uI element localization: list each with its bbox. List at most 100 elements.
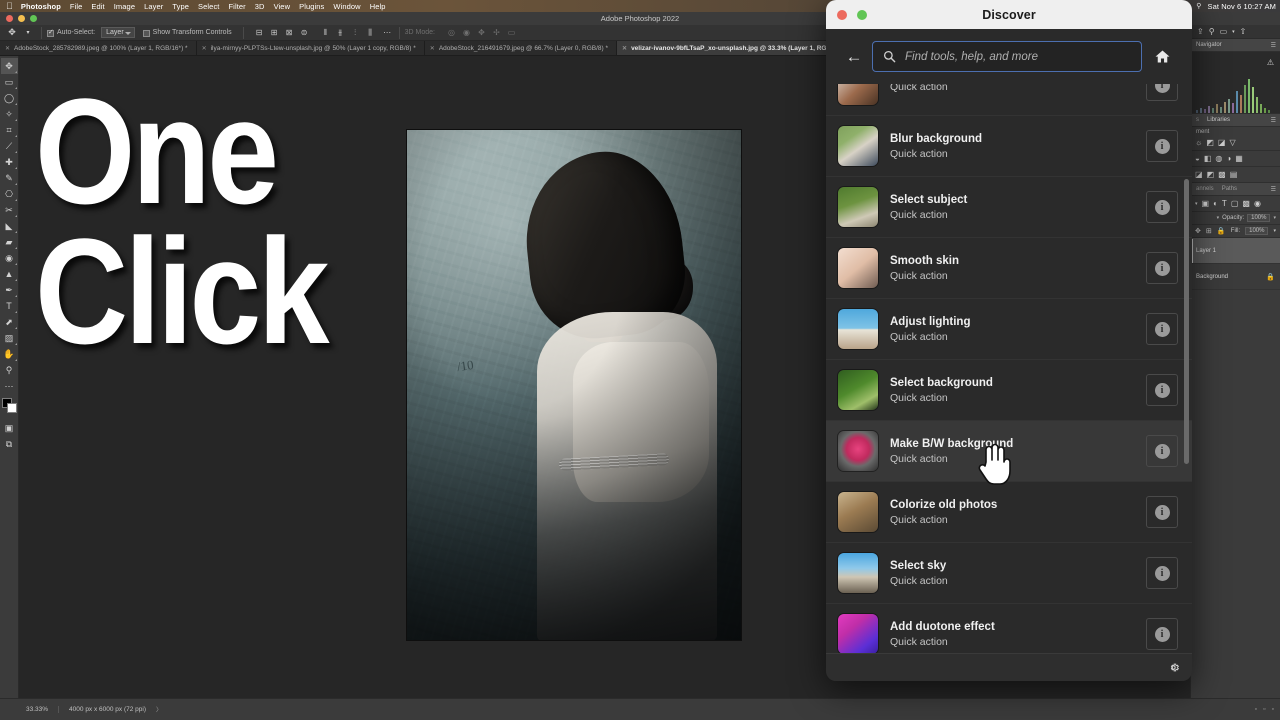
more-align-options-icon[interactable]: ⋯ — [381, 26, 394, 39]
discover-list-item[interactable]: Colorize old photos Quick action i — [826, 482, 1192, 543]
tool-screen-mode[interactable]: ⧉ — [1, 436, 18, 452]
tool-marquee[interactable]: ▭ — [1, 74, 18, 90]
tool-type[interactable]: T — [1, 298, 18, 314]
align-top-edges-icon[interactable]: ⊜ — [298, 26, 311, 39]
tool-move[interactable]: ✥ — [0, 58, 18, 74]
3d-slide-icon[interactable]: ✢ — [490, 26, 503, 39]
menu-bar-clock[interactable]: Sat Nov 6 10:27 AM — [1207, 2, 1276, 11]
dock-icon-3[interactable]: ▫ — [1272, 706, 1274, 713]
filter-toggle-icon[interactable]: ◉ — [1254, 199, 1261, 208]
discover-close-button[interactable] — [837, 10, 847, 20]
navigator-panel-header[interactable]: Navigator ☰ — [1191, 39, 1280, 52]
info-button[interactable]: i — [1146, 252, 1178, 284]
menu-photoshop[interactable]: Photoshop — [21, 2, 61, 11]
tool-blur[interactable]: ◉ — [1, 250, 18, 266]
invert-adjustment-icon[interactable]: ▤ — [1230, 170, 1238, 179]
menu-layer[interactable]: Layer — [144, 2, 163, 11]
apple-icon[interactable]:  — [6, 1, 13, 11]
lock-transparency-icon[interactable]: ✥ — [1195, 227, 1201, 235]
filter-smart-object-icon[interactable]: ▩ — [1242, 199, 1250, 208]
search-input[interactable] — [905, 50, 1131, 63]
hue-saturation-adjustment-icon[interactable]: ◧ — [1204, 154, 1212, 163]
document-tab-1[interactable]: ✕ AdobeStock_285782989.jpeg @ 100% (Laye… — [0, 41, 197, 55]
tool-hand[interactable]: ✋ — [1, 346, 18, 362]
menu-select[interactable]: Select — [198, 2, 219, 11]
levels-adjustment-icon[interactable]: ◩ — [1206, 138, 1214, 147]
lock-image-icon[interactable]: ⊞ — [1206, 227, 1212, 235]
filter-chevron-icon[interactable]: ▾ — [1195, 201, 1198, 207]
gradient-map-icon[interactable]: ◪ — [1195, 170, 1203, 179]
lock-position-icon[interactable]: 🔒 — [1217, 227, 1226, 235]
info-button[interactable]: i — [1146, 313, 1178, 345]
close-icon[interactable]: ✕ — [622, 45, 627, 52]
vibrance-adjustment-icon[interactable]: ◒ — [1195, 154, 1200, 163]
info-button[interactable]: i — [1146, 618, 1178, 650]
window-zoom-button[interactable] — [30, 15, 37, 22]
tool-lasso[interactable]: ◯ — [1, 90, 18, 106]
distribute-vertical-centers-icon[interactable]: ⫵ — [334, 26, 347, 39]
libraries-panel-header[interactable]: s Libraries ☰ — [1191, 114, 1280, 127]
brightness-adjustment-icon[interactable]: ☼ — [1195, 138, 1202, 147]
discover-list-item[interactable]: Adjust lighting Quick action i — [826, 299, 1192, 360]
channel-mixer-icon[interactable]: ▩ — [1218, 170, 1226, 179]
auto-select-dropdown[interactable]: Layer — [101, 27, 135, 38]
discover-scrollbar[interactable] — [1184, 179, 1189, 464]
opacity-value[interactable]: 100% — [1247, 214, 1271, 222]
align-right-edges-icon[interactable]: ⊠ — [283, 26, 296, 39]
home-icon[interactable] — [1142, 48, 1182, 65]
3d-pan-icon[interactable]: ✥ — [475, 26, 488, 39]
discover-list[interactable]: Quick action i Blur background Quick act… — [826, 84, 1192, 653]
paths-tab[interactable]: Paths — [1222, 186, 1237, 192]
tool-dodge[interactable]: ▲ — [1, 266, 18, 282]
document-tab-4-active[interactable]: ✕ velizar-ivanov-9bfLTsaP_xo-unsplash.jp… — [617, 41, 853, 55]
close-icon[interactable]: ✕ — [5, 45, 10, 52]
menu-image[interactable]: Image — [114, 2, 135, 11]
tool-quick-mask[interactable]: ▣ — [1, 420, 18, 436]
share-icon[interactable]: ⇪ — [1197, 27, 1204, 36]
info-button[interactable]: i — [1146, 496, 1178, 528]
tool-zoom[interactable]: ⚲ — [1, 362, 18, 378]
channels-paths-panel-header[interactable]: annels Paths ☰ — [1191, 183, 1280, 196]
warning-icon[interactable]: ⚠ — [1267, 58, 1274, 67]
blackwhite-adjustment-icon[interactable]: ◑ — [1226, 154, 1231, 163]
tool-history-brush[interactable]: ✂ — [1, 202, 18, 218]
filter-type-icon[interactable]: T — [1222, 199, 1227, 208]
3d-zoom-icon[interactable]: ▭ — [505, 26, 518, 39]
distribute-left-icon[interactable]: ⫼ — [364, 26, 377, 39]
panel-menu-icon[interactable]: ☰ — [1271, 42, 1276, 49]
discover-list-item[interactable]: Add duotone effect Quick action i — [826, 604, 1192, 653]
background-color-swatch[interactable] — [6, 403, 17, 413]
tool-edit-toolbar[interactable]: ⋯ — [1, 378, 18, 394]
tool-crop[interactable]: ⌗ — [1, 122, 18, 138]
fill-value[interactable]: 100% — [1245, 227, 1269, 235]
menu-file[interactable]: File — [70, 2, 83, 11]
tool-brush[interactable]: ✎ — [1, 170, 18, 186]
tool-eraser[interactable]: ◣ — [1, 218, 18, 234]
tool-gradient[interactable]: ▰ — [1, 234, 18, 250]
status-expand-arrow-icon[interactable]: 〉 — [156, 705, 162, 714]
panel-menu-icon[interactable]: ☰ — [1271, 186, 1276, 193]
search-field-wrapper[interactable] — [872, 41, 1142, 72]
discover-list-item[interactable]: Quick action i — [826, 84, 1192, 116]
lock-icon[interactable]: 🔒 — [1266, 273, 1275, 281]
align-left-edges-icon[interactable]: ⊟ — [253, 26, 266, 39]
discover-list-item[interactable]: Smooth skin Quick action i — [826, 238, 1192, 299]
panel-menu-icon[interactable]: ☰ — [1271, 117, 1276, 124]
distribute-bottom-icon[interactable]: ⫶ — [349, 26, 362, 39]
blend-mode-chevron-icon[interactable]: ▾ — [1217, 215, 1220, 221]
tool-shape[interactable]: ▨ — [1, 330, 18, 346]
tool-pen[interactable]: ✒ — [1, 282, 18, 298]
search-icon[interactable]: ⚲ — [1209, 27, 1215, 36]
distribute-top-icon[interactable]: ⫴ — [319, 26, 332, 39]
info-button[interactable]: i — [1146, 191, 1178, 223]
info-button[interactable]: i — [1146, 130, 1178, 162]
dock-icon-1[interactable]: ▫ — [1255, 706, 1257, 713]
window-close-button[interactable] — [6, 15, 13, 22]
menu-edit[interactable]: Edit — [91, 2, 104, 11]
discover-list-item[interactable]: Blur background Quick action i — [826, 116, 1192, 177]
info-button[interactable]: i — [1146, 435, 1178, 467]
3d-orbit-icon[interactable]: ◎ — [445, 26, 458, 39]
tool-healing-brush[interactable]: ✚ — [1, 154, 18, 170]
filter-image-icon[interactable]: ▣ — [1202, 199, 1210, 208]
opacity-chevron-icon[interactable]: ▾ — [1273, 215, 1276, 221]
